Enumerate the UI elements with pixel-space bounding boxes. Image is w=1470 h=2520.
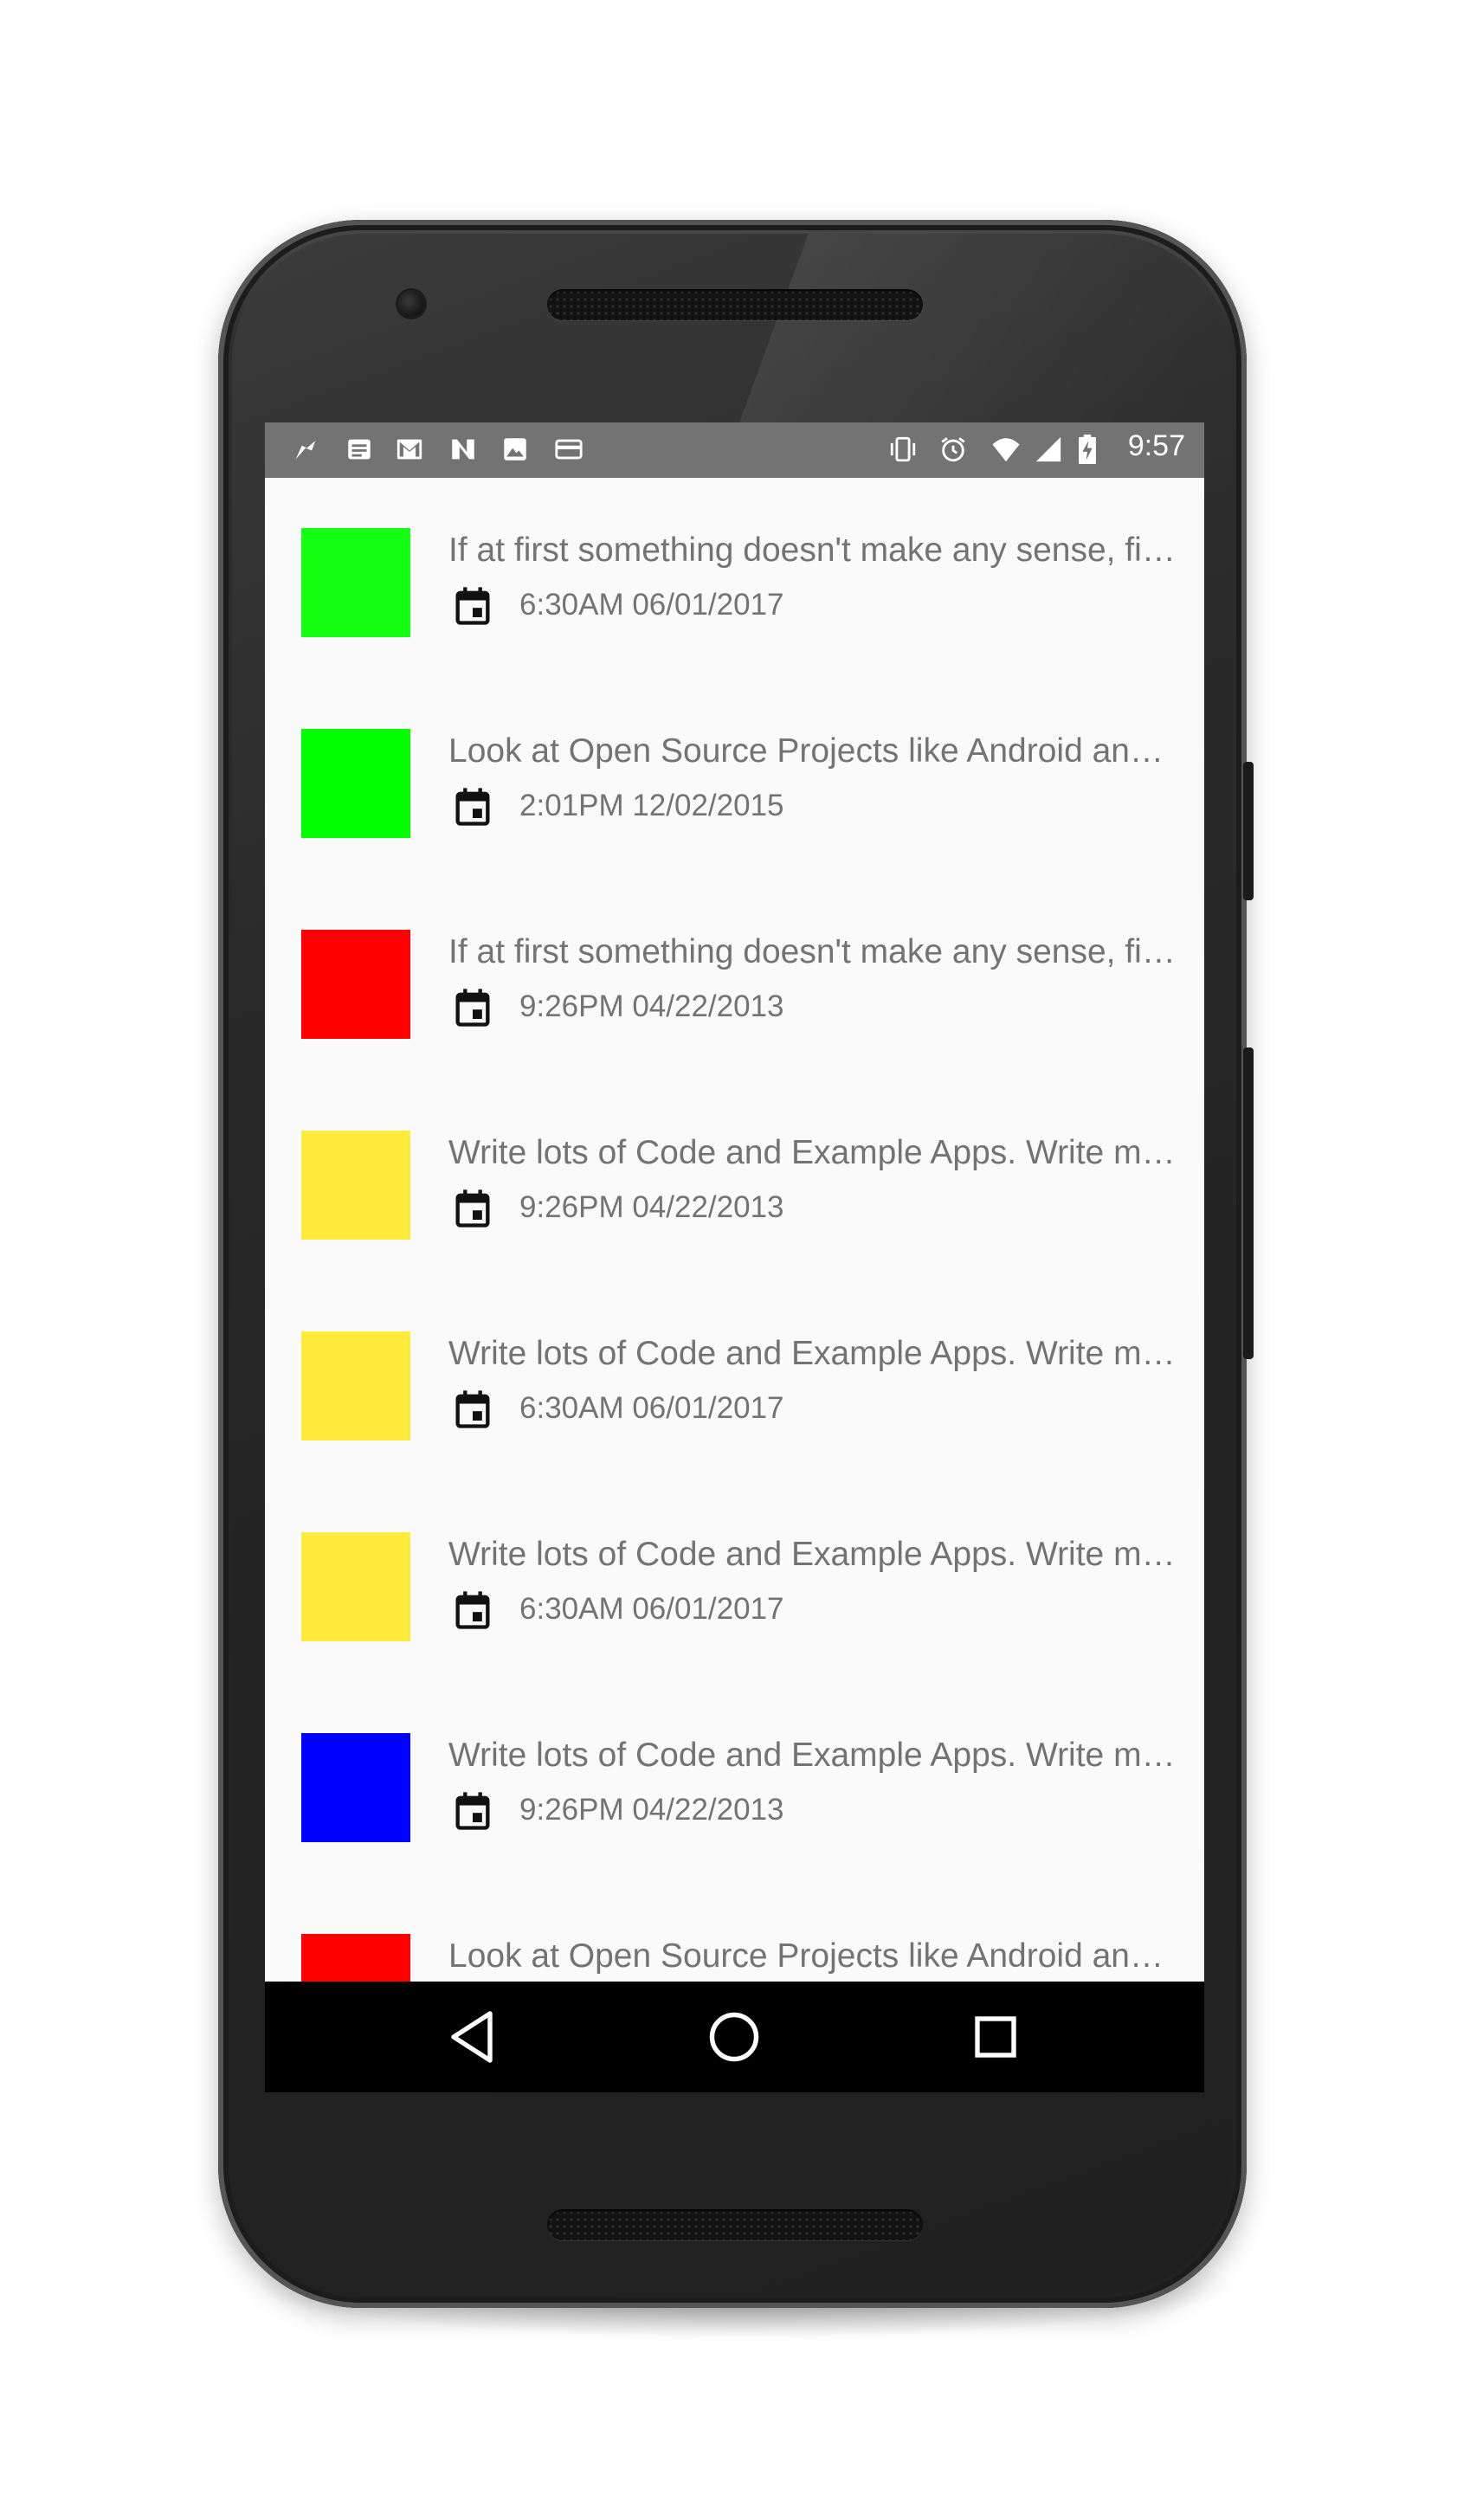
item-date: 9:26PM 04/22/2013 xyxy=(519,1190,784,1224)
list-item[interactable]: If at first something doesn't make any s… xyxy=(265,880,1204,1080)
top-speaker xyxy=(547,289,923,320)
navigation-bar xyxy=(265,1982,1204,2092)
color-swatch xyxy=(301,729,410,838)
color-swatch xyxy=(301,930,410,1039)
item-list[interactable]: If at first something doesn't make any s… xyxy=(265,478,1204,1982)
card-icon xyxy=(555,439,583,460)
calendar-icon xyxy=(455,788,490,826)
item-title: Write lots of Code and Example Apps. Wri… xyxy=(448,1134,1176,1171)
list-item[interactable]: If at first something doesn't make any s… xyxy=(265,478,1204,679)
screen: 9:57 If at first something doesn't make … xyxy=(265,422,1204,2092)
item-title: If at first something doesn't make any s… xyxy=(448,532,1176,569)
volume-button xyxy=(1243,1047,1254,1359)
signal-icon xyxy=(1035,436,1061,462)
item-title: Write lots of Code and Example Apps. Wri… xyxy=(448,1737,1176,1774)
wifi-icon xyxy=(992,438,1020,462)
home-icon[interactable] xyxy=(703,2006,765,2068)
calendar-icon xyxy=(455,1591,490,1629)
gmail-icon xyxy=(397,439,422,460)
color-swatch xyxy=(301,1331,410,1440)
alarm-icon xyxy=(941,437,965,462)
color-swatch xyxy=(301,528,410,637)
list-item[interactable]: Write lots of Code and Example Apps. Wri… xyxy=(265,1080,1204,1281)
item-title: Write lots of Code and Example Apps. Wri… xyxy=(448,1536,1176,1573)
back-icon[interactable] xyxy=(443,2006,506,2068)
battery-charging-icon xyxy=(1079,435,1096,464)
image-icon xyxy=(504,438,526,461)
item-date: 9:26PM 04/22/2013 xyxy=(519,989,784,1023)
color-swatch xyxy=(301,1532,410,1641)
item-title: If at first something doesn't make any s… xyxy=(448,933,1176,970)
list-item[interactable]: Look at Open Source Projects like Androi… xyxy=(265,1884,1204,1982)
newspaper-icon xyxy=(348,439,371,460)
item-date: 6:30AM 06/01/2017 xyxy=(519,1592,784,1626)
calendar-icon xyxy=(455,1189,490,1228)
item-date: 6:30AM 06/01/2017 xyxy=(519,588,784,622)
n-app-icon xyxy=(452,439,474,460)
list-item[interactable]: Write lots of Code and Example Apps. Wri… xyxy=(265,1482,1204,1683)
calendar-icon xyxy=(455,1390,490,1428)
item-title: Look at Open Source Projects like Androi… xyxy=(448,1937,1176,1975)
item-title: Look at Open Source Projects like Androi… xyxy=(448,732,1176,770)
vibrate-icon xyxy=(890,436,916,462)
notification-flag-icon xyxy=(295,441,316,460)
color-swatch xyxy=(301,1131,410,1240)
list-item[interactable]: Look at Open Source Projects like Androi… xyxy=(265,679,1204,880)
calendar-icon xyxy=(455,587,490,625)
list-item[interactable]: Write lots of Code and Example Apps. Wri… xyxy=(265,1281,1204,1482)
item-date: 6:30AM 06/01/2017 xyxy=(519,1391,784,1425)
list-item[interactable]: Write lots of Code and Example Apps. Wri… xyxy=(265,1683,1204,1884)
item-title: Write lots of Code and Example Apps. Wri… xyxy=(448,1335,1176,1372)
item-date: 2:01PM 12/02/2015 xyxy=(519,789,784,822)
calendar-icon xyxy=(455,1792,490,1830)
status-bar: 9:57 xyxy=(265,422,1204,478)
calendar-icon xyxy=(455,989,490,1027)
front-camera xyxy=(398,291,424,317)
bottom-speaker xyxy=(547,2209,923,2240)
color-swatch xyxy=(301,1934,410,1982)
status-time: 9:57 xyxy=(1127,429,1185,462)
item-date: 9:26PM 04/22/2013 xyxy=(519,1793,784,1827)
recents-icon[interactable] xyxy=(964,2006,1027,2068)
color-swatch xyxy=(301,1733,410,1842)
power-button xyxy=(1243,762,1254,900)
